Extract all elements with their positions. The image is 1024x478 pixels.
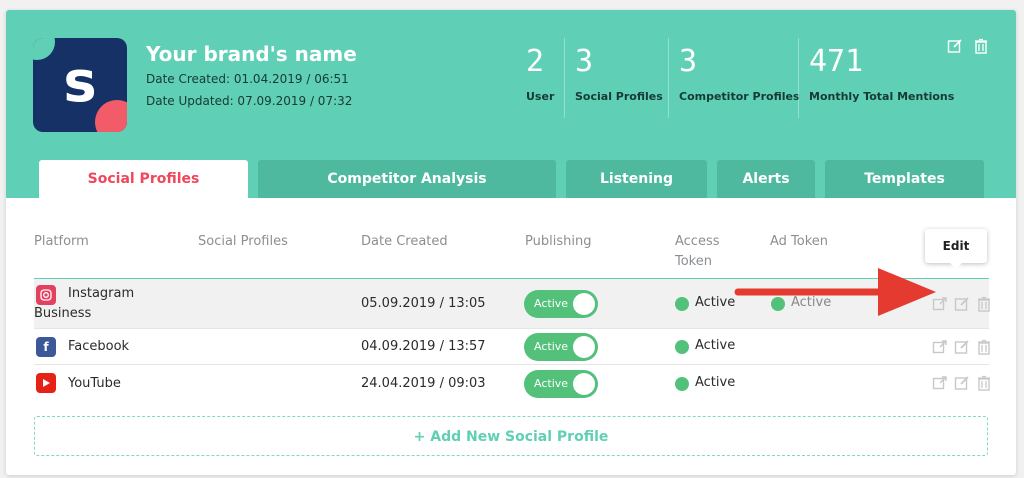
annotation-arrow xyxy=(734,268,936,316)
